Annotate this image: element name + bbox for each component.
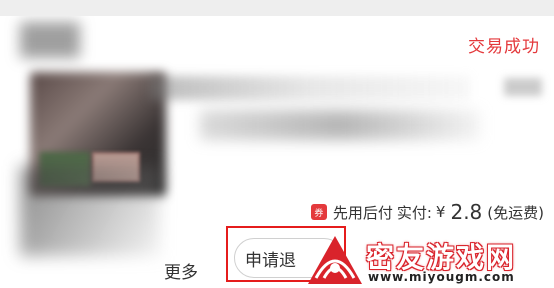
site-watermark: 密友游戏网 www.miyougm.com (302, 232, 554, 288)
payment-summary: 券 先用后付 实付: ¥ 2.8 (免运费) (310, 200, 544, 224)
shipping-note: (免运费) (487, 203, 544, 222)
redacted-product-title (150, 76, 470, 100)
coupon-icon: 券 (310, 204, 327, 220)
apply-refund-label: 申请退 (245, 250, 296, 271)
redacted-unit-price (504, 78, 542, 96)
watermark-url: www.miyougm.com (368, 270, 515, 284)
redacted-shop-info (20, 22, 80, 58)
redacted-product-spec (200, 110, 480, 140)
paid-amount: 2.8 (450, 200, 483, 224)
paid-label: 实付: (396, 203, 432, 222)
order-status: 交易成功 (468, 37, 540, 57)
pay-method-label: 先用后付 (332, 203, 393, 222)
redaction-scribble (20, 166, 160, 256)
currency-symbol: ¥ (435, 203, 446, 221)
watermark-logo-icon (308, 236, 362, 284)
more-button[interactable]: 更多 (164, 258, 198, 283)
